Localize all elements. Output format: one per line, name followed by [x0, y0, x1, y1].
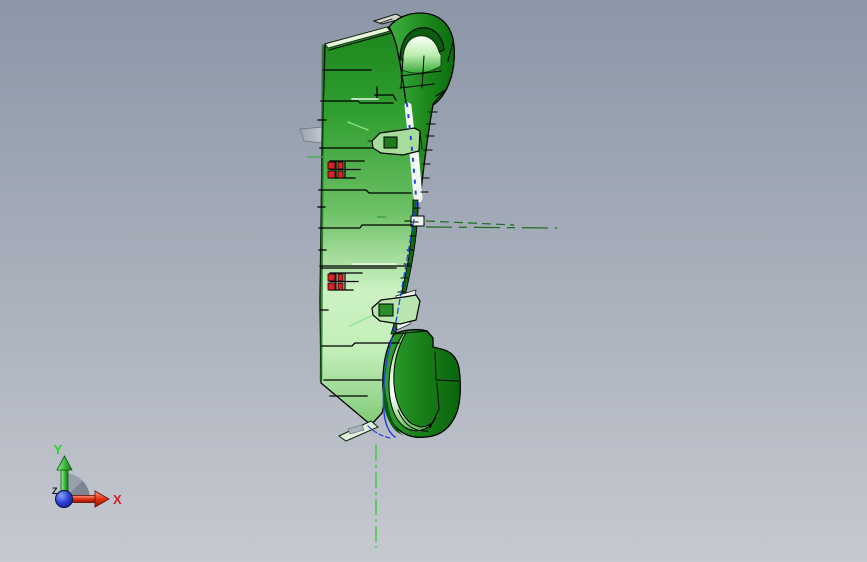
- x-axis-label: X: [113, 492, 122, 507]
- origin-sphere[interactable]: [55, 490, 73, 508]
- snap-tab-lower-slot[interactable]: [378, 303, 394, 317]
- snap-tab-upper-slot[interactable]: [383, 136, 398, 149]
- y-axis-label: Y: [54, 442, 63, 457]
- model-left-flange-tab[interactable]: [299, 126, 325, 144]
- cad-viewport[interactable]: Y Z X: [0, 0, 867, 562]
